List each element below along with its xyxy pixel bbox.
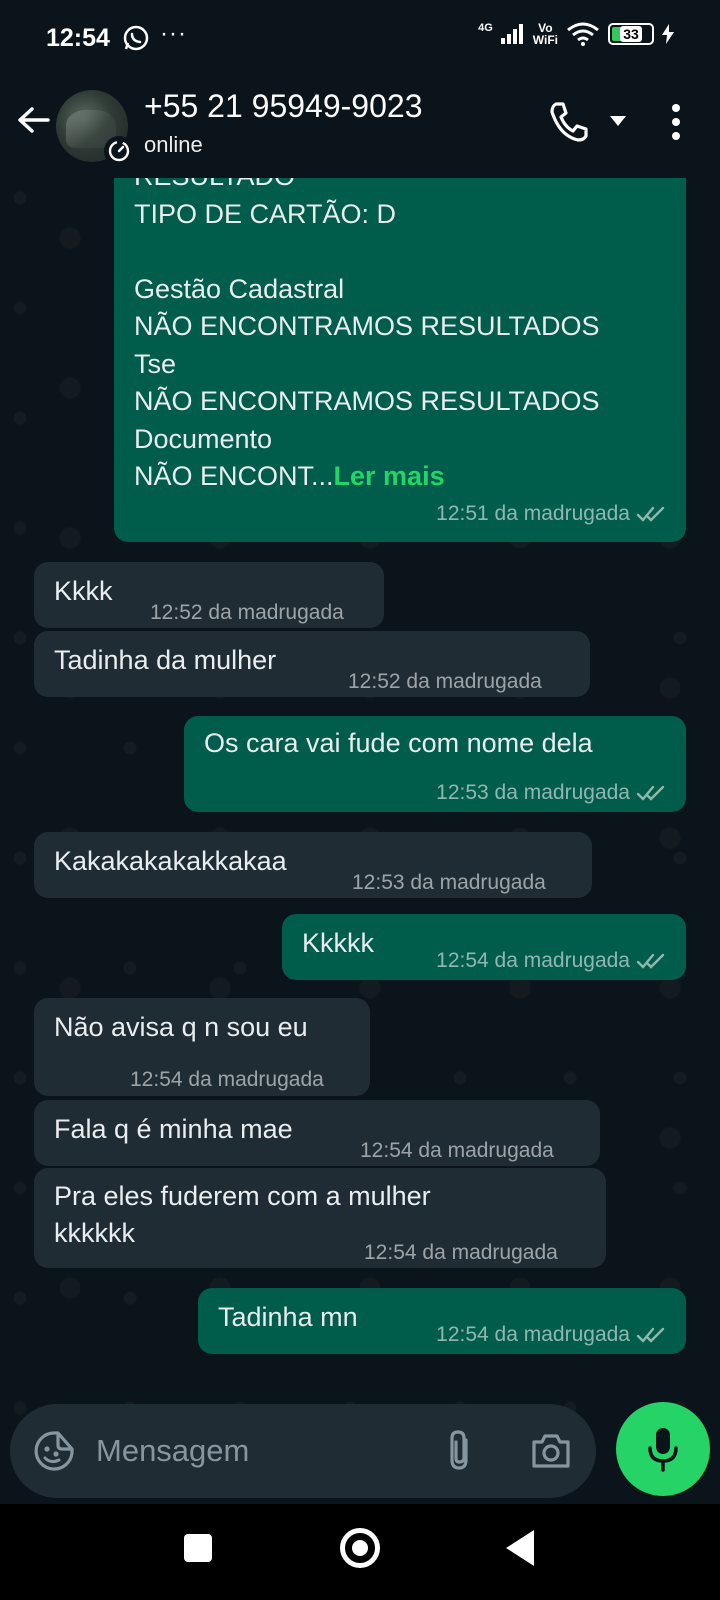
message-text: Kakakakakakkakaa	[54, 846, 287, 876]
message-text: Fala q é minha mae	[54, 1114, 293, 1144]
caret-down-icon[interactable]	[608, 114, 628, 128]
message-bubble-outgoing[interactable]: Os cara vai fude com nome dela 12:53 da …	[184, 716, 686, 812]
read-ticks-icon	[636, 953, 665, 969]
home-icon[interactable]	[340, 1528, 380, 1568]
whatsapp-icon	[123, 25, 149, 51]
notification-overflow: ···	[160, 20, 187, 47]
message-bubble-outgoing[interactable]: RESULTADO TIPO DE CARTÃO: D Gestão Cadas…	[114, 178, 686, 542]
read-ticks-icon	[636, 1327, 665, 1343]
message-text: Não avisa q n sou eu	[54, 1012, 308, 1042]
message-time: 12:51 da madrugada	[436, 495, 668, 532]
message-bubble-incoming[interactable]: Kkkk 12:52 da madrugada	[34, 562, 384, 628]
charging-icon	[662, 24, 674, 44]
message-time: 12:54 da madrugada	[130, 1068, 324, 1091]
message-time: 12:52 da madrugada	[150, 601, 344, 624]
microphone-icon	[648, 1428, 678, 1472]
message-time: 12:54 da madrugada	[364, 1241, 558, 1264]
status-bar: 12:54 ··· 4G Vo WiFi 33	[0, 0, 720, 78]
disappearing-timer-icon	[104, 136, 134, 166]
message-bubble-incoming[interactable]: Pra eles fuderem com a mulher kkkkkk 12:…	[34, 1168, 606, 1268]
message-time: 12:54 da madrugada	[436, 942, 668, 979]
microphone-button[interactable]	[616, 1402, 710, 1496]
phone-icon[interactable]	[548, 100, 588, 144]
message-time: 12:54 da madrugada	[436, 1316, 668, 1353]
recents-icon[interactable]	[184, 1534, 212, 1562]
back-arrow-icon[interactable]	[14, 100, 54, 140]
message-text: Kkkkk	[302, 928, 375, 958]
back-triangle-icon[interactable]	[506, 1530, 534, 1566]
read-ticks-icon	[636, 506, 665, 522]
message-bubble-outgoing[interactable]: Kkkkk 12:54 da madrugada	[282, 914, 686, 980]
signal-icon	[500, 24, 523, 44]
battery-level: 33	[620, 26, 642, 42]
message-text: Tadinha da mulher	[54, 645, 277, 675]
message-composer	[10, 1404, 596, 1498]
message-text: Tadinha mn	[218, 1302, 358, 1332]
vowifi-label: Vo WiFi	[532, 21, 558, 47]
message-bubble-incoming[interactable]: Kakakakakakkakaa 12:53 da madrugada	[34, 832, 592, 898]
contact-status: online	[144, 132, 203, 157]
message-text: Os cara vai fude com nome dela	[204, 728, 593, 758]
message-bubble-incoming[interactable]: Fala q é minha mae 12:54 da madrugada	[34, 1100, 600, 1166]
message-time: 12:53 da madrugada	[352, 871, 546, 894]
chat-header: +55 21 95949-9023 online	[0, 78, 720, 178]
message-text: Kkkk	[54, 576, 113, 606]
message-text: RESULTADO TIPO DE CARTÃO: D Gestão Cadas…	[134, 178, 600, 491]
read-ticks-icon	[636, 785, 665, 801]
sticker-emoji-icon[interactable]	[32, 1429, 76, 1473]
paperclip-icon[interactable]	[442, 1428, 478, 1474]
message-bubble-incoming[interactable]: Tadinha da mulher 12:52 da madrugada	[34, 631, 590, 697]
status-time: 12:54	[46, 24, 110, 52]
message-time: 12:54 da madrugada	[360, 1139, 554, 1162]
message-input[interactable]	[96, 1404, 426, 1498]
camera-icon[interactable]	[530, 1432, 572, 1470]
message-bubble-outgoing[interactable]: Tadinha mn 12:54 da madrugada	[198, 1288, 686, 1354]
read-more-link[interactable]: Ler mais	[334, 461, 445, 491]
message-bubble-incoming[interactable]: Não avisa q n sou eu 12:54 da madrugada	[34, 998, 370, 1096]
more-vertical-icon[interactable]	[664, 102, 688, 142]
contact-name[interactable]: +55 21 95949-9023	[144, 88, 422, 125]
wifi-icon	[567, 22, 599, 46]
battery-icon: 33	[608, 23, 654, 45]
message-time: 12:52 da madrugada	[348, 670, 542, 693]
system-nav-bar	[0, 1504, 720, 1600]
network-type: 4G	[478, 21, 493, 34]
chat-messages[interactable]: RESULTADO TIPO DE CARTÃO: D Gestão Cadas…	[0, 178, 720, 1500]
message-time: 12:53 da madrugada	[436, 774, 668, 811]
